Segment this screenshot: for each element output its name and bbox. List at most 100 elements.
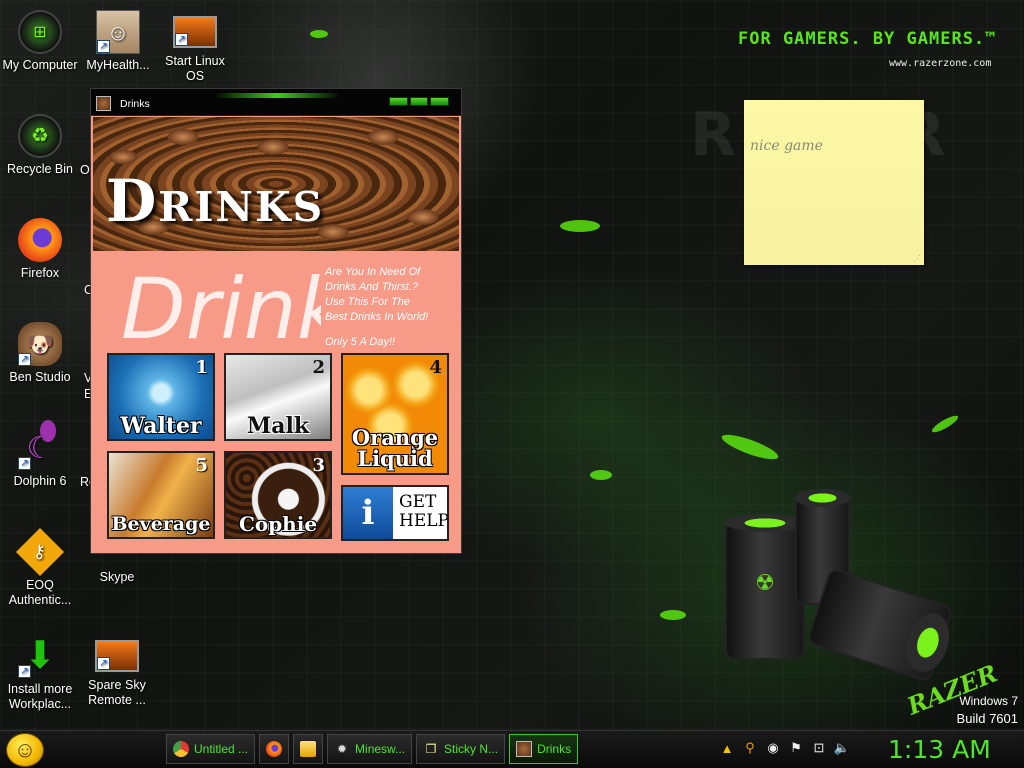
desktop-icon-label-partial: O [80,163,90,177]
title-bar-glow [214,93,340,98]
folder-icon [300,741,317,757]
desktop-icon-label: Firefox [20,266,60,280]
coffee-icon [516,741,533,757]
desktop-icon-firefox[interactable]: Firefox [0,218,80,281]
taskbar-item-label: Sticky N... [444,742,499,756]
drink-tile-beverage[interactable]: 5 Beverage [107,451,215,539]
promo-line: Best Drinks In World! [325,311,429,323]
start-button[interactable]: ☺ [6,733,44,767]
taskbar-item-minesweeper[interactable]: ✹ Minesw... [327,734,413,764]
desktop-icon-spare-sky[interactable]: ↗ Spare Sky Remote ... [77,634,157,708]
coffee-icon [96,96,111,111]
taskbar-item-label: Drinks [537,742,572,756]
desktop-icon-label: Install more Workplac... [7,682,73,711]
firefox-icon [266,741,283,757]
tile-label: Cophie [238,512,318,536]
tile-number: 4 [429,357,442,378]
taskbar-item-label: Untitled ... [194,742,249,756]
dog-icon: 🐶 ↗ [18,322,62,366]
system-tray: ▲ ⚲ ◉ ⚑ ⊡ 🔈 [718,739,851,757]
os-build: Build 7601 [956,711,1018,726]
info-icon: i [343,487,393,539]
wallpaper-slogan: FOR GAMERS. BY GAMERS.™ [738,29,997,49]
tile-number: 5 [195,455,208,476]
warning-icon[interactable]: ▲ [718,739,736,757]
help-label-line: HELP [399,511,449,531]
desktop-icon-eoq[interactable]: ⚷ EOQ Authentic... [0,527,80,608]
wallpaper-url: www.razerzone.com [889,58,992,69]
drink-tile-coffee[interactable]: 3 Cophie [224,451,332,539]
tile-label: Orange Liquid [351,425,439,471]
sticky-note[interactable]: nice game ⋰ [744,100,924,265]
desktop-icon-install-workplace[interactable]: ⬇ ↗ Install more Workplac... [0,634,80,712]
monitor-icon: ↗ [173,16,217,48]
promo-line: Use This For The [325,296,410,308]
minimize-button[interactable] [389,97,408,106]
sticky-note-text[interactable]: nice game [750,138,823,154]
tile-label: Walter [120,413,202,439]
get-help-button[interactable]: i GET HELP [341,485,449,541]
taskbar-item-firefox[interactable] [259,734,290,764]
promo-price: Only 5 A Day!! [325,336,396,348]
taskbar-item-chrome[interactable]: Untitled ... [166,734,256,764]
desktop-icon-label: Spare Sky Remote ... [88,678,146,707]
computer-icon: ⊞ [18,10,62,54]
maximize-button[interactable] [409,97,429,106]
os-name: Windows 7 [959,694,1018,708]
tile-number: 1 [195,357,208,378]
desktop-icon-ben-studio[interactable]: 🐶 ↗ Ben Studio [0,322,80,385]
banner-title: Drinks [106,167,325,235]
taskbar-clock[interactable]: 1:13 AM [888,735,991,764]
help-label: GET HELP [399,492,449,531]
drinks-window[interactable]: Drinks Drinks Drink Are You In Need Of D… [90,88,462,554]
chrome-icon [173,741,189,757]
taskbar-item-explorer[interactable] [293,734,324,764]
drink-tile-water[interactable]: 1 Walter [107,353,215,441]
key-icon: ⚷ [15,527,65,577]
monitor-icon: ↗ [95,640,139,672]
desktop-icon-myhealth[interactable]: ☺ ↗ MyHealth... [78,10,158,73]
taskbar-item-sticky-notes[interactable]: ❐ Sticky N... [416,734,506,764]
resize-grip-icon[interactable]: ⋰ [913,254,921,263]
ghost-title: Drink [121,264,321,354]
dolphin-icon: ☾ ↗ [18,426,62,470]
sticky-note-icon: ❐ [425,742,437,756]
search-icon[interactable]: ⚲ [741,739,759,757]
desktop-icon-dolphin[interactable]: ☾ ↗ Dolphin 6 [0,426,80,489]
taskbar-item-drinks[interactable]: Drinks [509,734,579,764]
taskbar-item-label: Minesw... [355,742,406,756]
window-title-bar[interactable]: Drinks [91,89,461,116]
close-button[interactable] [430,97,450,106]
taskbar-buttons: Untitled ... ✹ Minesw... ❐ Sticky N... D… [166,734,579,766]
help-label-line: GET [399,492,437,512]
desktop-icon-label: Skype [99,570,135,584]
taskbar: ☺ Untitled ... ✹ Minesw... ❐ Sticky N...… [0,730,1024,768]
promo-line: Are You In Need Of [325,266,421,278]
promo-line: Drinks And Thirst.? [325,281,419,293]
desktop-icon-my-computer[interactable]: ⊞ My Computer [0,10,80,73]
avatar-icon: ☺ ↗ [96,10,140,54]
flag-icon[interactable]: ⚑ [787,739,805,757]
desktop-icon-label: Start Linux OS [165,54,225,83]
download-arrow-icon: ⬇ ↗ [18,634,62,678]
barrel-graphic: ☢ [725,514,805,660]
drinks-banner: Drinks [93,117,459,251]
desktop-icon-label: EOQ Authentic... [8,578,72,607]
tile-label: Malk [246,413,310,439]
smiley-icon: ☺ [13,737,37,762]
desktop-icon-label: Ben Studio [9,370,71,384]
firefox-icon [18,218,62,262]
tile-label: Beverage [111,513,211,535]
mine-icon: ✹ [337,742,348,756]
status-circle-icon[interactable]: ◉ [764,739,782,757]
desktop-icon-recycle-bin[interactable]: ♻ Recycle Bin [0,114,80,177]
desktop-icon-label: Dolphin 6 [13,474,67,488]
network-icon[interactable]: ⊡ [810,739,828,757]
desktop-icon-start-linux[interactable]: ↗ Start Linux OS [155,10,235,84]
volume-icon[interactable]: 🔈 [833,739,851,757]
desktop-icon-label: MyHealth... [86,58,150,72]
desktop-icon-label: Recycle Bin [7,162,73,176]
tile-number: 3 [312,455,325,476]
drink-tile-orange[interactable]: 4 Orange Liquid [341,353,449,475]
drink-tile-milk[interactable]: 2 Malk [224,353,332,441]
